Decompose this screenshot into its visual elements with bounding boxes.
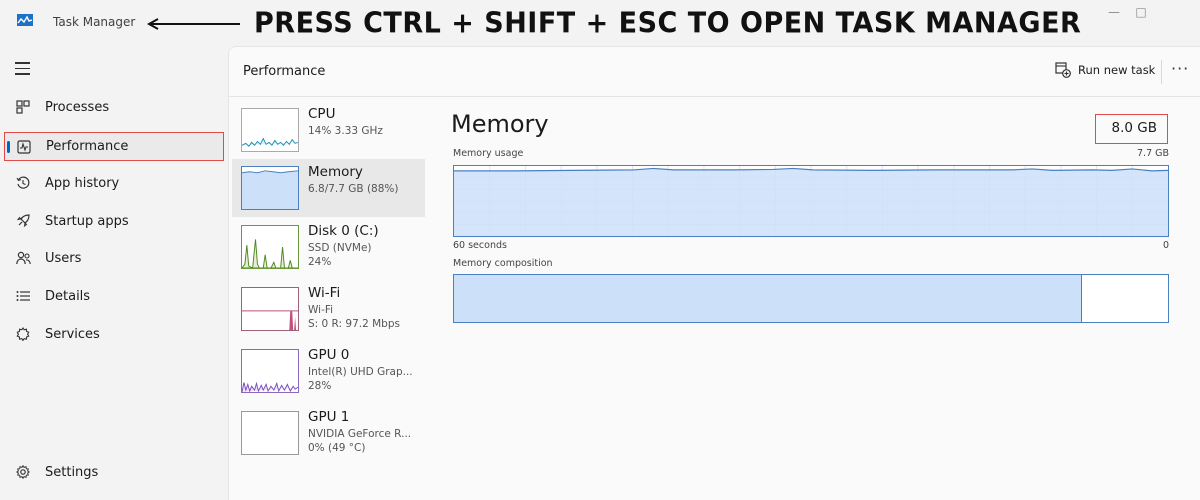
- resource-stat: SSD (NVMe): [308, 242, 372, 254]
- wifi-thumbnail-graph: [241, 287, 299, 331]
- sidebar-item-label: Processes: [45, 99, 110, 115]
- gear-icon: [15, 464, 31, 480]
- header-divider: [1161, 60, 1162, 84]
- services-icon: [15, 326, 31, 342]
- sidebar-item-label: Details: [45, 288, 91, 304]
- resource-name: Disk 0 (C:): [308, 223, 379, 239]
- memory-capacity: 8.0 GB: [1095, 114, 1168, 144]
- graph-time-end: 0: [1163, 240, 1170, 251]
- title-bar: Task Manager PRESS CTRL + SHIFT + ESC TO…: [0, 0, 1200, 46]
- task-manager-logo-icon: [17, 14, 33, 26]
- resource-stat: Intel(R) UHD Grap...: [308, 366, 413, 378]
- memory-usage-label: Memory usage: [453, 148, 524, 159]
- memory-thumbnail-graph: [241, 166, 299, 210]
- graph-time-label: 60 seconds: [453, 240, 507, 251]
- sidebar-item-label: Startup apps: [45, 213, 129, 229]
- memory-usage-graph: [453, 165, 1169, 237]
- run-new-task-label: Run new task: [1078, 63, 1156, 77]
- resource-item-gpu1[interactable]: GPU 1 NVIDIA GeForce R... 0% (49 °C): [232, 404, 425, 462]
- sidebar-item-label: Services: [45, 326, 100, 342]
- detail-title: Memory: [451, 110, 549, 138]
- sidebar-item-details[interactable]: Details: [4, 282, 224, 310]
- disk-thumbnail-graph: [241, 225, 299, 269]
- more-options-icon[interactable]: ···: [1171, 59, 1189, 78]
- hamburger-menu-icon[interactable]: [15, 62, 30, 79]
- resource-name: Memory: [308, 164, 363, 180]
- sidebar-item-processes[interactable]: Processes: [4, 93, 224, 121]
- sidebar-item-label: Users: [45, 250, 82, 266]
- users-icon: [15, 250, 31, 266]
- resource-stat-secondary: 0% (49 °C): [308, 442, 366, 454]
- arrow-left-icon: [146, 18, 240, 30]
- memory-composition-bar: [453, 274, 1169, 323]
- maximize-button[interactable]: □: [1118, 0, 1164, 24]
- resource-item-wifi[interactable]: Wi-Fi Wi-Fi S: 0 R: 97.2 Mbps: [232, 280, 425, 338]
- window-title: Task Manager: [53, 15, 136, 29]
- sidebar-item-startup-apps[interactable]: Startup apps: [4, 207, 224, 235]
- processes-icon: [15, 99, 31, 115]
- resource-stat: 6.8/7.7 GB (88%): [308, 183, 399, 195]
- sidebar-item-performance[interactable]: Performance: [4, 132, 224, 161]
- resource-stat: Wi-Fi: [308, 304, 334, 316]
- resource-name: GPU 1: [308, 409, 350, 425]
- resource-item-disk[interactable]: Disk 0 (C:) SSD (NVMe) 24%: [232, 218, 425, 276]
- run-new-task-button[interactable]: Run new task: [1055, 62, 1155, 78]
- memory-in-use-segment: [454, 275, 1083, 322]
- shortcut-annotation: PRESS CTRL + SHIFT + ESC TO OPEN TASK MA…: [254, 7, 1082, 40]
- resource-name: Wi-Fi: [308, 285, 341, 301]
- resource-stat-secondary: 28%: [308, 380, 332, 392]
- gpu1-thumbnail-graph: [241, 411, 299, 455]
- page-title: Performance: [243, 64, 326, 79]
- sidebar-item-app-history[interactable]: App history: [4, 169, 224, 197]
- resource-item-memory[interactable]: Memory 6.8/7.7 GB (88%): [232, 159, 425, 217]
- sidebar: Processes Performance App history Startu…: [0, 46, 228, 500]
- performance-icon: [16, 139, 32, 155]
- resource-stat: 14% 3.33 GHz: [308, 125, 383, 137]
- startup-icon: [15, 213, 31, 229]
- resource-item-cpu[interactable]: CPU 14% 3.33 GHz: [232, 101, 425, 159]
- resource-stat: NVIDIA GeForce R...: [308, 428, 412, 440]
- resource-name: CPU: [308, 106, 336, 122]
- sidebar-item-label: Settings: [45, 464, 99, 480]
- sidebar-item-services[interactable]: Services: [4, 320, 224, 348]
- sidebar-item-users[interactable]: Users: [4, 244, 224, 272]
- performance-panel: Performance Run new task ··· CPU 14% 3.3…: [228, 46, 1200, 500]
- history-icon: [15, 175, 31, 191]
- sidebar-item-settings[interactable]: Settings: [4, 458, 224, 486]
- details-icon: [15, 288, 31, 304]
- resource-item-gpu0[interactable]: GPU 0 Intel(R) UHD Grap... 28%: [232, 342, 425, 400]
- sidebar-item-label: App history: [45, 175, 120, 191]
- run-task-icon: [1055, 62, 1071, 78]
- resource-name: GPU 0: [308, 347, 350, 363]
- sidebar-item-label: Performance: [46, 139, 129, 154]
- gpu0-thumbnail-graph: [241, 349, 299, 393]
- cpu-thumbnail-graph: [241, 108, 299, 152]
- resource-stat-secondary: S: 0 R: 97.2 Mbps: [308, 318, 400, 330]
- memory-composition-label: Memory composition: [453, 258, 553, 269]
- memory-usage-max: 7.7 GB: [1137, 148, 1170, 159]
- panel-header: Performance Run new task ···: [229, 47, 1200, 97]
- resource-stat-secondary: 24%: [308, 256, 332, 268]
